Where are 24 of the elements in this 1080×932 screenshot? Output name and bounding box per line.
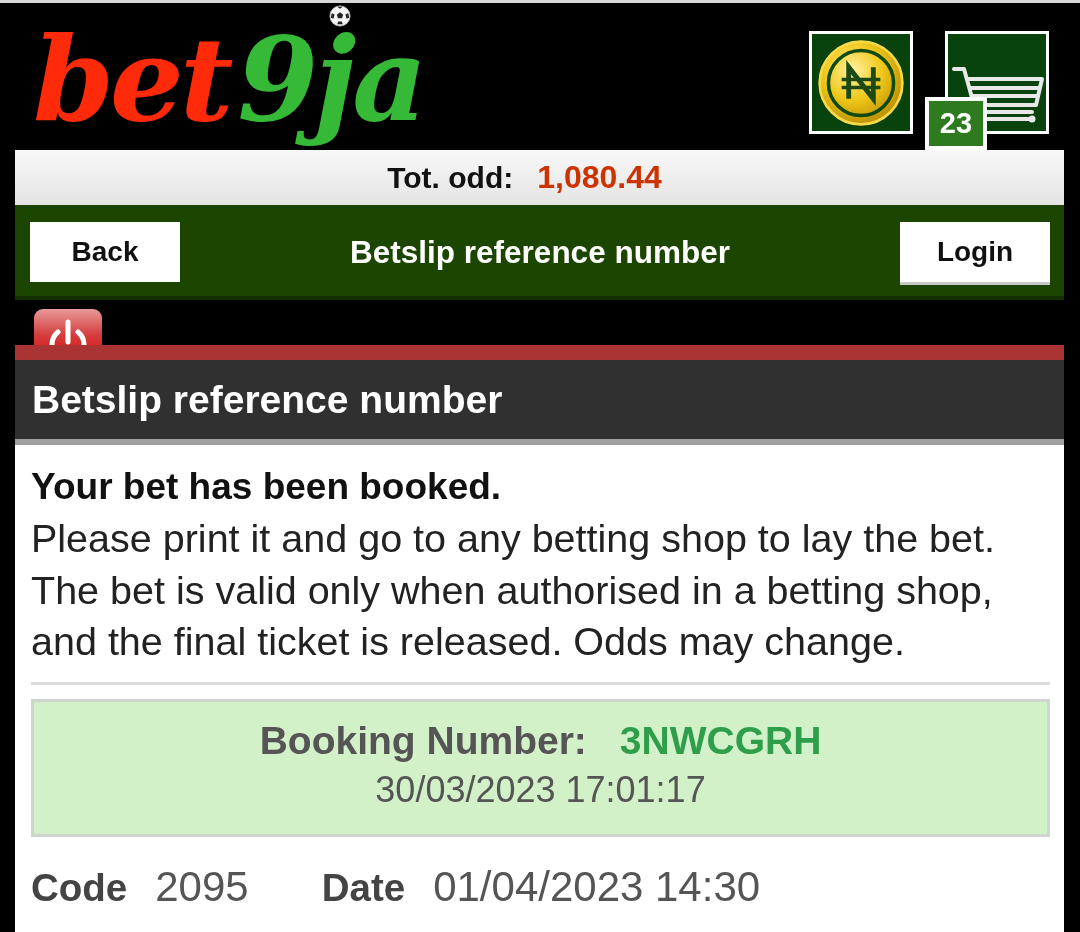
- detail-label: Code: [31, 865, 128, 910]
- cart-count-badge: 23: [925, 97, 987, 150]
- confirmation-heading: Your bet has been booked.: [31, 465, 503, 509]
- booking-timestamp: 30/03/2023 17:01:17: [375, 767, 706, 812]
- back-button[interactable]: Back: [30, 222, 180, 282]
- total-odds-label: Tot. odd:: [387, 160, 514, 195]
- wallet-button[interactable]: [809, 31, 913, 134]
- naira-coin-icon: [817, 37, 905, 128]
- soccer-ball-icon: [329, 5, 351, 27]
- booking-number: 3NWCGRH: [619, 717, 822, 764]
- login-button[interactable]: Login: [900, 222, 1050, 282]
- panel-title: Betslip reference number: [15, 360, 1064, 445]
- instruction-text: Please print it and go to any betting shop to lay the bet.: [31, 515, 996, 562]
- power-icon[interactable]: [33, 308, 103, 345]
- booking-number-label: Booking Number:: [259, 717, 587, 764]
- detail-value: 2095: [155, 862, 249, 911]
- page-title: Betslip reference number: [350, 233, 730, 272]
- detail-value: 01/04/2023 14:30: [433, 862, 761, 911]
- detail-label: Date: [321, 865, 406, 910]
- cart-button[interactable]: 23: [925, 31, 1050, 150]
- logo-text: 9ja: [237, 27, 425, 147]
- instruction-text: The bet is valid only when authorised in a betting shop, and the final ticket is released. Odds may change.: [31, 566, 994, 665]
- logo-text: bet: [33, 27, 231, 147]
- total-odds-value: 1,080.44: [537, 159, 662, 196]
